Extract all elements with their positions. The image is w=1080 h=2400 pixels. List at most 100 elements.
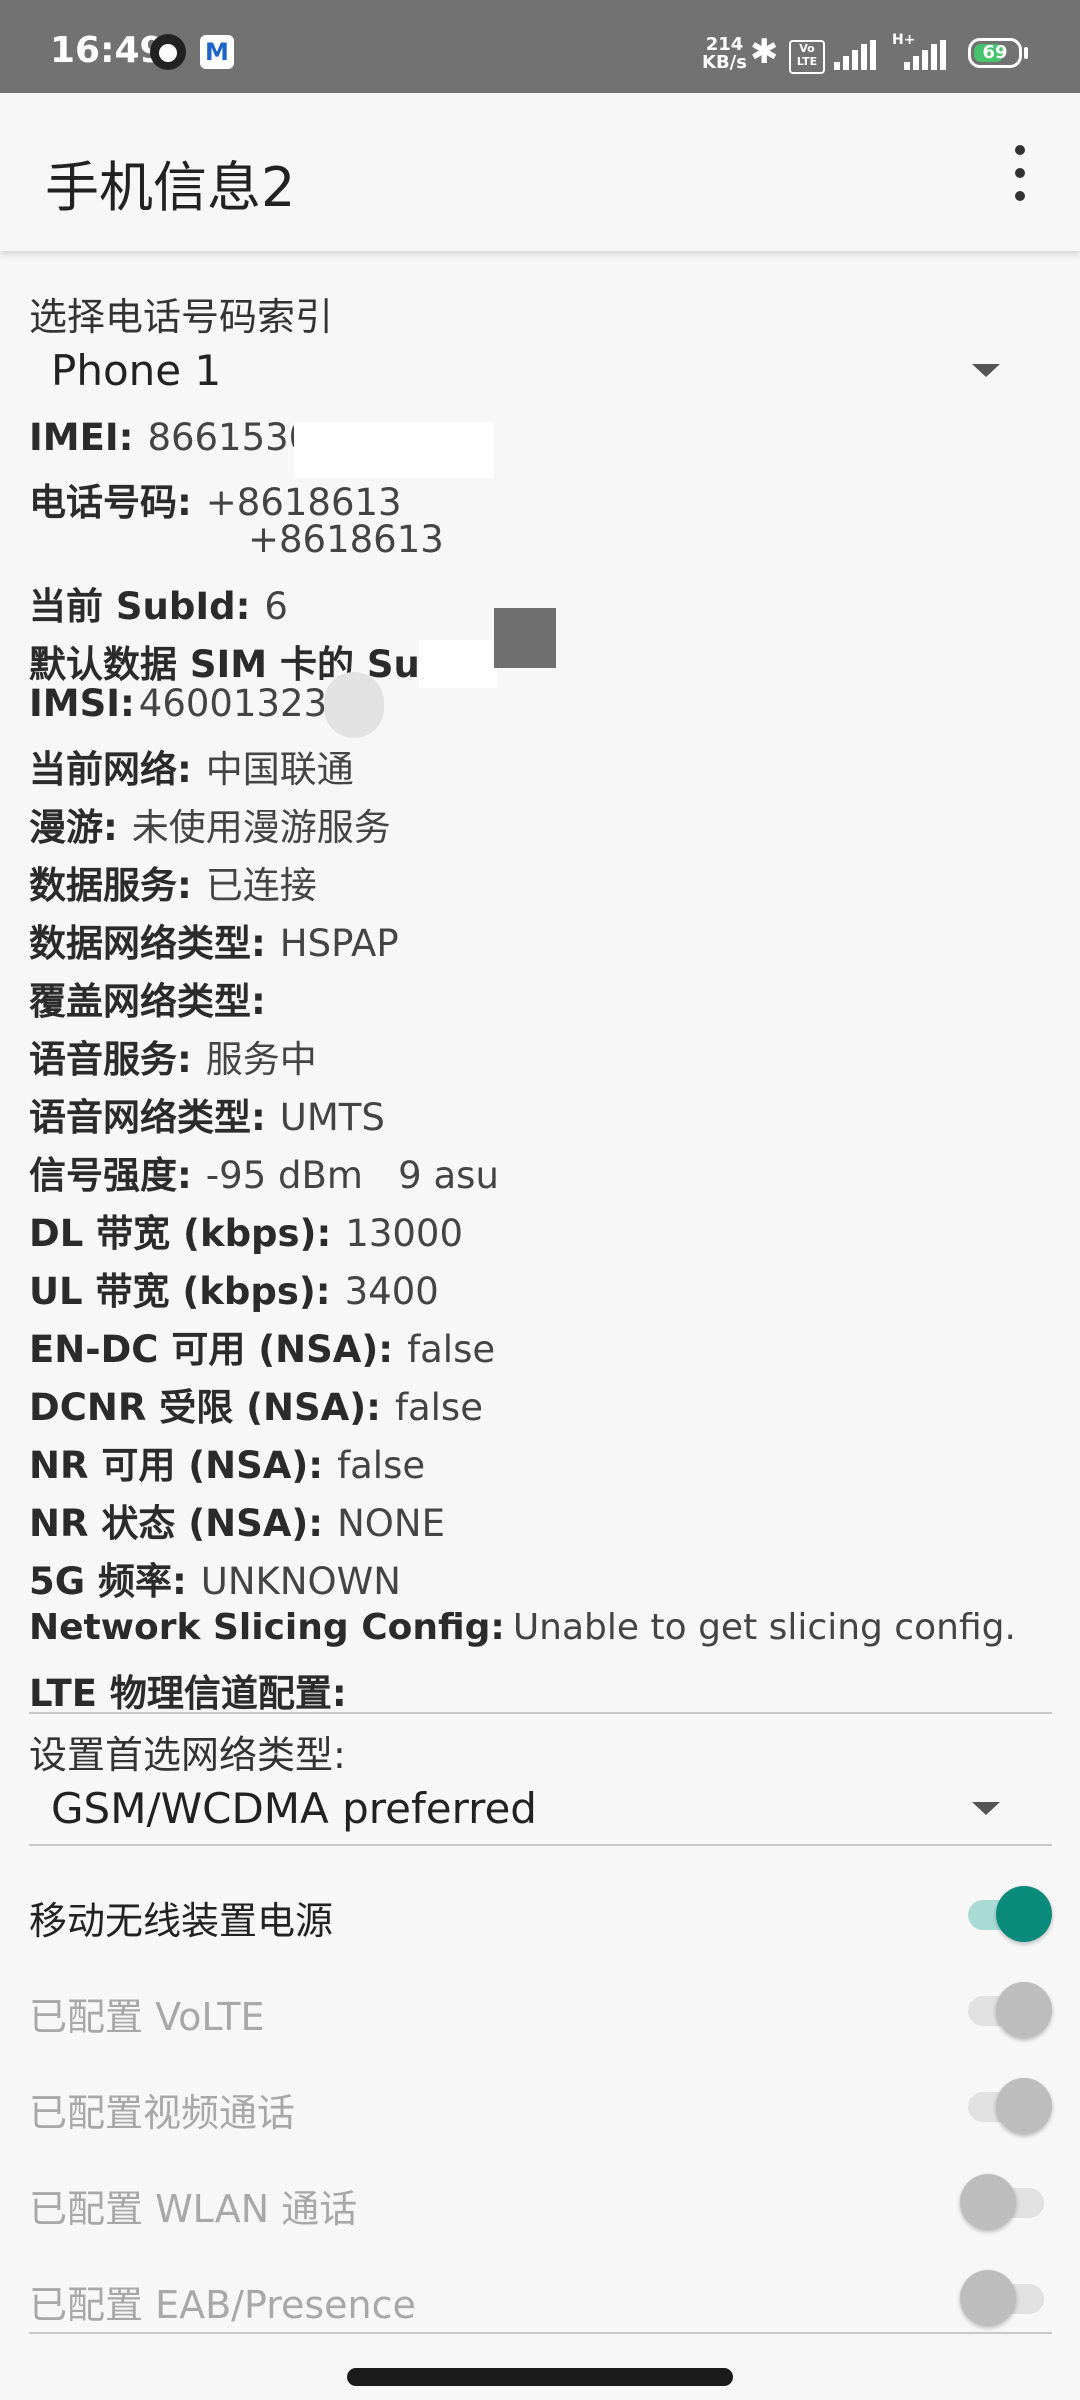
info-key: LTE 物理信道配置: <box>29 1672 347 1715</box>
section-divider <box>29 1712 1052 1714</box>
info-key: 语音网络类型: <box>29 1096 266 1139</box>
info-key: 电话号码: <box>29 481 192 524</box>
network-speed-unit: KB/s <box>702 52 747 73</box>
dropdown-arrow-icon <box>972 364 1000 377</box>
info-key: 5G 频率: <box>29 1560 187 1603</box>
info-data-network-type: 数据网络类型: HSPAP <box>29 913 399 967</box>
info-key: UL 带宽 (kbps): <box>29 1270 331 1313</box>
gesture-nav-bar[interactable] <box>347 2368 733 2386</box>
switch-label: 移动无线装置电源 <box>29 1899 334 1943</box>
bluetooth-icon: ✱ <box>750 32 779 72</box>
toggle-switch[interactable] <box>960 2268 1052 2328</box>
mail-notification-icon: M <box>200 35 234 69</box>
switch-label: 已配置视频通话 <box>29 2091 296 2135</box>
info-value: 中国联通 <box>205 748 354 791</box>
info-value: HSPAP <box>279 922 399 965</box>
info-key: DCNR 受限 (NSA): <box>29 1386 381 1429</box>
switch-row-2[interactable]: 已配置视频通话 <box>29 2066 1052 2146</box>
info-key: 信号强度: <box>29 1154 192 1197</box>
dropdown-arrow-icon <box>972 1802 1000 1815</box>
preferred-network-selected: GSM/WCDMA preferred <box>51 1784 537 1833</box>
battery-tip <box>1024 47 1028 59</box>
toggle-thumb <box>996 1982 1052 2038</box>
info-lte-physical-channel: LTE 物理信道配置: <box>29 1663 361 1717</box>
switch-label: 已配置 WLAN 通话 <box>29 2187 358 2231</box>
info-value: Unable to get slicing config. <box>512 1607 1016 1648</box>
info-imsi: IMSI: 46001323 <box>29 682 327 725</box>
info-value: 6 <box>264 585 288 628</box>
app-bar: 手机信息2 <box>0 93 1080 251</box>
info-signal-strength: 信号强度: -95 dBm 9 asu <box>29 1145 499 1199</box>
toggle-switch[interactable] <box>960 1980 1052 2040</box>
info-key: 数据服务: <box>29 864 192 907</box>
battery-level-text: 69 <box>982 42 1008 63</box>
switch-label: 已配置 EAB/Presence <box>29 2283 416 2327</box>
switch-row-3[interactable]: 已配置 WLAN 通话 <box>29 2162 1052 2242</box>
info-data-service: 数据服务: 已连接 <box>29 855 317 909</box>
info-value: 服务中 <box>205 1038 317 1081</box>
info-roaming: 漫游: 未使用漫游服务 <box>29 797 391 851</box>
info-override-network-type: 覆盖网络类型: <box>29 971 280 1025</box>
info-sub-id: 当前 SubId: 6 <box>29 576 288 630</box>
preferred-network-dropdown[interactable]: GSM/WCDMA preferred <box>29 1776 1052 1846</box>
toggle-switch[interactable] <box>960 1884 1052 1944</box>
info-key: IMEI: <box>29 416 134 459</box>
info-dcnr-restricted: DCNR 受限 (NSA): false <box>29 1377 483 1431</box>
page-title: 手机信息2 <box>45 156 296 219</box>
info-key: IMSI: <box>29 682 135 725</box>
info-key: 当前网络: <box>29 748 192 791</box>
redaction-block <box>324 672 384 738</box>
info-key: DL 带宽 (kbps): <box>29 1212 332 1255</box>
info-key: 数据网络类型: <box>29 922 266 965</box>
info-value: UMTS <box>279 1096 385 1139</box>
signal-icon-sim1 <box>834 40 882 70</box>
info-key: 漫游: <box>29 806 118 849</box>
redaction-block <box>419 640 497 688</box>
info-value: 13000 <box>345 1212 463 1255</box>
network-speed: 214 KB/s <box>702 36 747 72</box>
info-nr-state: NR 状态 (NSA): NONE <box>29 1493 445 1547</box>
toggle-switch[interactable] <box>960 2172 1052 2232</box>
info-key: 覆盖网络类型: <box>29 980 266 1023</box>
info-key: 语音服务: <box>29 1038 192 1081</box>
info-value: false <box>394 1386 483 1429</box>
info-current-network: 当前网络: 中国联通 <box>29 739 354 793</box>
info-key: Network Slicing Config: <box>29 1607 505 1648</box>
info-dl-bandwidth: DL 带宽 (kbps): 13000 <box>29 1203 463 1257</box>
status-time: 16:49 <box>50 30 165 71</box>
qq-notification-icon <box>150 34 186 70</box>
overflow-menu-icon[interactable] <box>1000 145 1040 201</box>
battery-icon: 69 <box>968 38 1022 68</box>
info-value: 3400 <box>344 1270 439 1313</box>
info-ul-bandwidth: UL 带宽 (kbps): 3400 <box>29 1261 439 1315</box>
phone-index-selected: Phone 1 <box>51 346 222 395</box>
switch-label: 已配置 VoLTE <box>29 1995 265 2039</box>
info-nr-available: NR 可用 (NSA): false <box>29 1435 425 1489</box>
switch-row-4[interactable]: 已配置 EAB/Presence <box>29 2258 1052 2338</box>
phone-index-label: 选择电话号码索引 <box>29 295 334 339</box>
info-value: false <box>407 1328 496 1371</box>
switch-row-0[interactable]: 移动无线装置电源 <box>29 1874 1052 1954</box>
preferred-network-label: 设置首选网络类型: <box>29 1733 346 1777</box>
info-voice-network-type: 语音网络类型: UMTS <box>29 1087 385 1141</box>
info-value: UNKNOWN <box>200 1560 401 1603</box>
info-network-slicing: Network Slicing Config: Unable to get sli… <box>29 1607 1016 1648</box>
toggle-thumb <box>960 2174 1016 2230</box>
info-key: 当前 SubId: <box>29 585 251 628</box>
volte-icon-bottom: LTE <box>796 55 818 68</box>
info-value: 46001323 <box>138 682 328 725</box>
info-value: 未使用漫游服务 <box>131 806 391 849</box>
switch-row-1[interactable]: 已配置 VoLTE <box>29 1970 1052 2050</box>
redaction-block <box>294 422 494 478</box>
toggle-switch[interactable] <box>960 2076 1052 2136</box>
info-value: 已连接 <box>205 864 317 907</box>
info-value: NONE <box>337 1502 445 1545</box>
info-value: +8618613 <box>248 518 444 561</box>
toggle-thumb <box>960 2270 1016 2326</box>
phone-index-dropdown[interactable]: Phone 1 <box>29 338 1052 408</box>
dropdown-underline <box>29 1844 1052 1846</box>
info-key: EN-DC 可用 (NSA): <box>29 1328 394 1371</box>
volte-icon-top: Vo <box>799 42 815 55</box>
info-value: -95 dBm 9 asu <box>205 1154 499 1197</box>
info-5g-frequency: 5G 频率: UNKNOWN <box>29 1551 401 1605</box>
